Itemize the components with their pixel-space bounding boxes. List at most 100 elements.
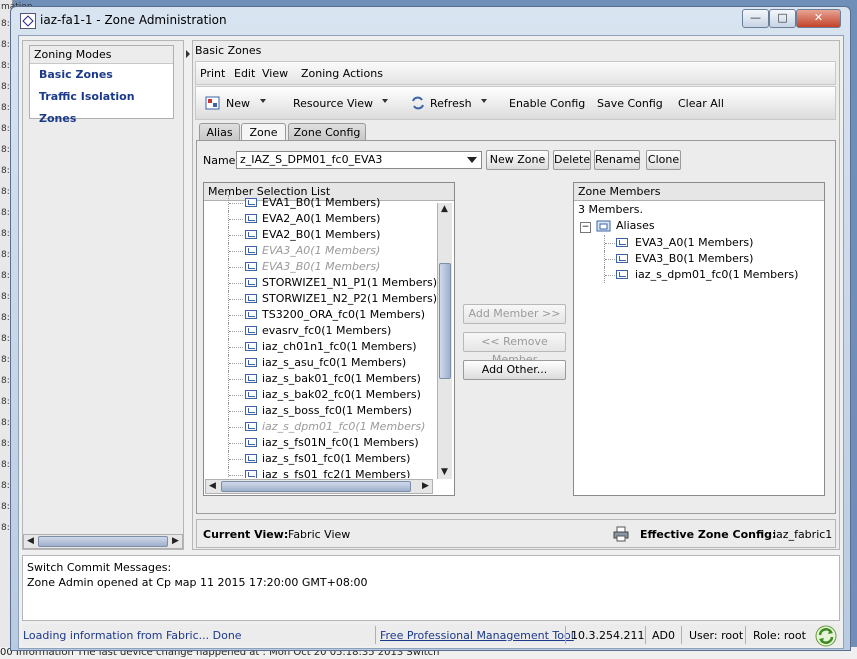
status-separator [565, 626, 566, 644]
admin-domain: AD0 [652, 629, 675, 642]
member-list-vscroll[interactable]: ▲ ▼ [437, 203, 452, 479]
tab-zone-config[interactable]: Zone Config [288, 123, 366, 140]
refresh-dropdown-icon[interactable] [481, 99, 487, 103]
member-label: iaz_s_boss_fc0(1 Members) [262, 404, 412, 417]
menu-edit[interactable]: Edit [234, 67, 255, 80]
clear-all-button[interactable]: Clear All [678, 97, 724, 110]
chevron-down-icon[interactable] [467, 157, 477, 163]
add-other-button[interactable]: Add Other... [463, 360, 566, 380]
scroll-left-icon[interactable]: ◀ [206, 480, 219, 493]
maximize-button[interactable]: □ [769, 9, 796, 28]
tree-line [229, 203, 243, 204]
member-label: EVA3_B0(1 Members) [262, 260, 381, 273]
zone-member-item[interactable]: EVA3_A0(1 Members) [574, 235, 814, 251]
member-list-item[interactable]: iaz_s_bak01_fc0(1 Members) [204, 371, 437, 387]
alias-icon [245, 454, 257, 463]
new-dropdown-icon[interactable] [260, 99, 266, 103]
scroll-down-icon[interactable]: ▼ [438, 466, 451, 479]
new-icon [205, 96, 220, 110]
member-list-item[interactable]: iaz_s_fs01_fc0(1 Members) [204, 451, 437, 467]
window-title: iaz-fa1-1 - Zone Administration [40, 13, 227, 27]
zone-name-select[interactable]: z_IAZ_S_DPM01_fc0_EVA3 [236, 151, 482, 169]
tree-line [229, 299, 243, 300]
member-list-item[interactable]: EVA3_A0(1 Members) [204, 243, 437, 259]
printer-icon[interactable] [613, 526, 629, 542]
zoning-modes-panel: Zoning Modes Basic Zones Traffic Isolati… [22, 40, 184, 550]
member-list-item[interactable]: iaz_s_fs01N_fc0(1 Members) [204, 435, 437, 451]
member-label: EVA2_A0(1 Members) [262, 212, 381, 225]
member-list-hthumb[interactable] [221, 481, 411, 492]
role-label: Role: root [753, 629, 806, 642]
free-tool-link[interactable]: Free Professional Management Tool [380, 629, 574, 642]
enable-config-button[interactable]: Enable Config [509, 97, 585, 110]
member-list-item[interactable]: iaz_s_bak02_fc0(1 Members) [204, 387, 437, 403]
close-button[interactable]: ✕ [796, 9, 841, 28]
status-separator [645, 626, 646, 644]
member-list-item[interactable]: EVA2_A0(1 Members) [204, 211, 437, 227]
expand-right-icon[interactable] [186, 50, 190, 58]
member-list-hscroll[interactable]: ◀ ▶ [205, 479, 433, 494]
member-list-item[interactable]: EVA1_B0(1 Members) [204, 195, 437, 211]
remove-member-button[interactable]: << Remove Member [463, 332, 566, 366]
menu-print[interactable]: Print [200, 67, 225, 80]
scroll-right-icon[interactable]: ▶ [419, 480, 432, 493]
scroll-thumb[interactable] [38, 536, 168, 547]
folder-icon [596, 220, 611, 232]
member-list-item[interactable]: STORWIZE1_N2_P2(1 Members) [204, 291, 437, 307]
tree-line [605, 243, 615, 244]
panel-splitter[interactable] [185, 40, 191, 550]
member-list-vthumb[interactable] [439, 263, 451, 379]
user-label: User: root [689, 629, 744, 642]
left-panel-hscroll[interactable]: ◀ ▶ [23, 534, 183, 549]
scroll-up-icon[interactable]: ▲ [438, 203, 451, 216]
alias-icon [245, 326, 257, 335]
member-label: iaz_s_bak02_fc0(1 Members) [262, 388, 421, 401]
alias-icon [245, 230, 257, 239]
new-button[interactable]: New [226, 97, 250, 110]
new-zone-button[interactable]: New Zone [486, 150, 549, 170]
tab-alias[interactable]: Alias [199, 123, 240, 140]
status-separator [681, 626, 682, 644]
alias-icon [245, 310, 257, 319]
collapse-icon[interactable]: − [580, 222, 591, 233]
menu-zoning-actions[interactable]: Zoning Actions [301, 67, 383, 80]
member-list-item[interactable]: iaz_s_fs01_fc2(1 Members) [204, 467, 437, 478]
aliases-group-label[interactable]: Aliases [616, 219, 655, 232]
member-list-item[interactable]: iaz_ch01n1_fc0(1 Members) [204, 339, 437, 355]
scroll-left-icon[interactable]: ◀ [24, 535, 37, 548]
member-list-item[interactable]: iaz_s_dpm01_fc0(1 Members) [204, 419, 437, 435]
scroll-right-icon[interactable]: ▶ [169, 535, 182, 548]
mode-basic-zones[interactable]: Basic Zones [30, 64, 173, 86]
tab-zone[interactable]: Zone [241, 123, 286, 141]
member-list-item[interactable]: STORWIZE1_N1_P1(1 Members) [204, 275, 437, 291]
refresh-button[interactable]: Refresh [430, 97, 472, 110]
member-list-item[interactable]: evasrv_fc0(1 Members) [204, 323, 437, 339]
member-list-item[interactable]: iaz_s_asu_fc0(1 Members) [204, 355, 437, 371]
clone-button[interactable]: Clone [646, 150, 681, 170]
alias-icon [245, 246, 257, 255]
member-list-item[interactable]: iaz_s_boss_fc0(1 Members) [204, 403, 437, 419]
zone-member-item[interactable]: iaz_s_dpm01_fc0(1 Members) [574, 267, 814, 283]
member-list-item[interactable]: EVA3_B0(1 Members) [204, 259, 437, 275]
alias-icon [245, 390, 257, 399]
tree-line [229, 395, 243, 396]
rename-button[interactable]: Rename [594, 150, 640, 170]
tree-line [229, 411, 243, 412]
minimize-button[interactable]: — [742, 9, 769, 28]
zone-member-item[interactable]: EVA3_B0(1 Members) [574, 251, 814, 267]
add-member-button[interactable]: Add Member >> [463, 304, 566, 324]
resource-view-dropdown-icon[interactable] [382, 99, 388, 103]
loading-status: Loading information from Fabric... Done [23, 629, 242, 642]
sync-icon[interactable] [815, 625, 837, 647]
resource-view-button[interactable]: Resource View [293, 97, 373, 110]
menu-view[interactable]: View [262, 67, 288, 80]
refresh-icon [412, 96, 424, 110]
save-config-button[interactable]: Save Config [597, 97, 663, 110]
mode-traffic-isolation-zones[interactable]: Traffic Isolation Zones [30, 86, 173, 125]
name-label: Name [203, 154, 236, 167]
tree-line [229, 459, 243, 460]
member-list-item[interactable]: EVA2_B0(1 Members) [204, 227, 437, 243]
title-bar[interactable]: iaz-fa1-1 - Zone Administration — □ ✕ [11, 7, 850, 33]
delete-button[interactable]: Delete [553, 150, 591, 170]
member-list-item[interactable]: TS3200_ORA_fc0(1 Members) [204, 307, 437, 323]
